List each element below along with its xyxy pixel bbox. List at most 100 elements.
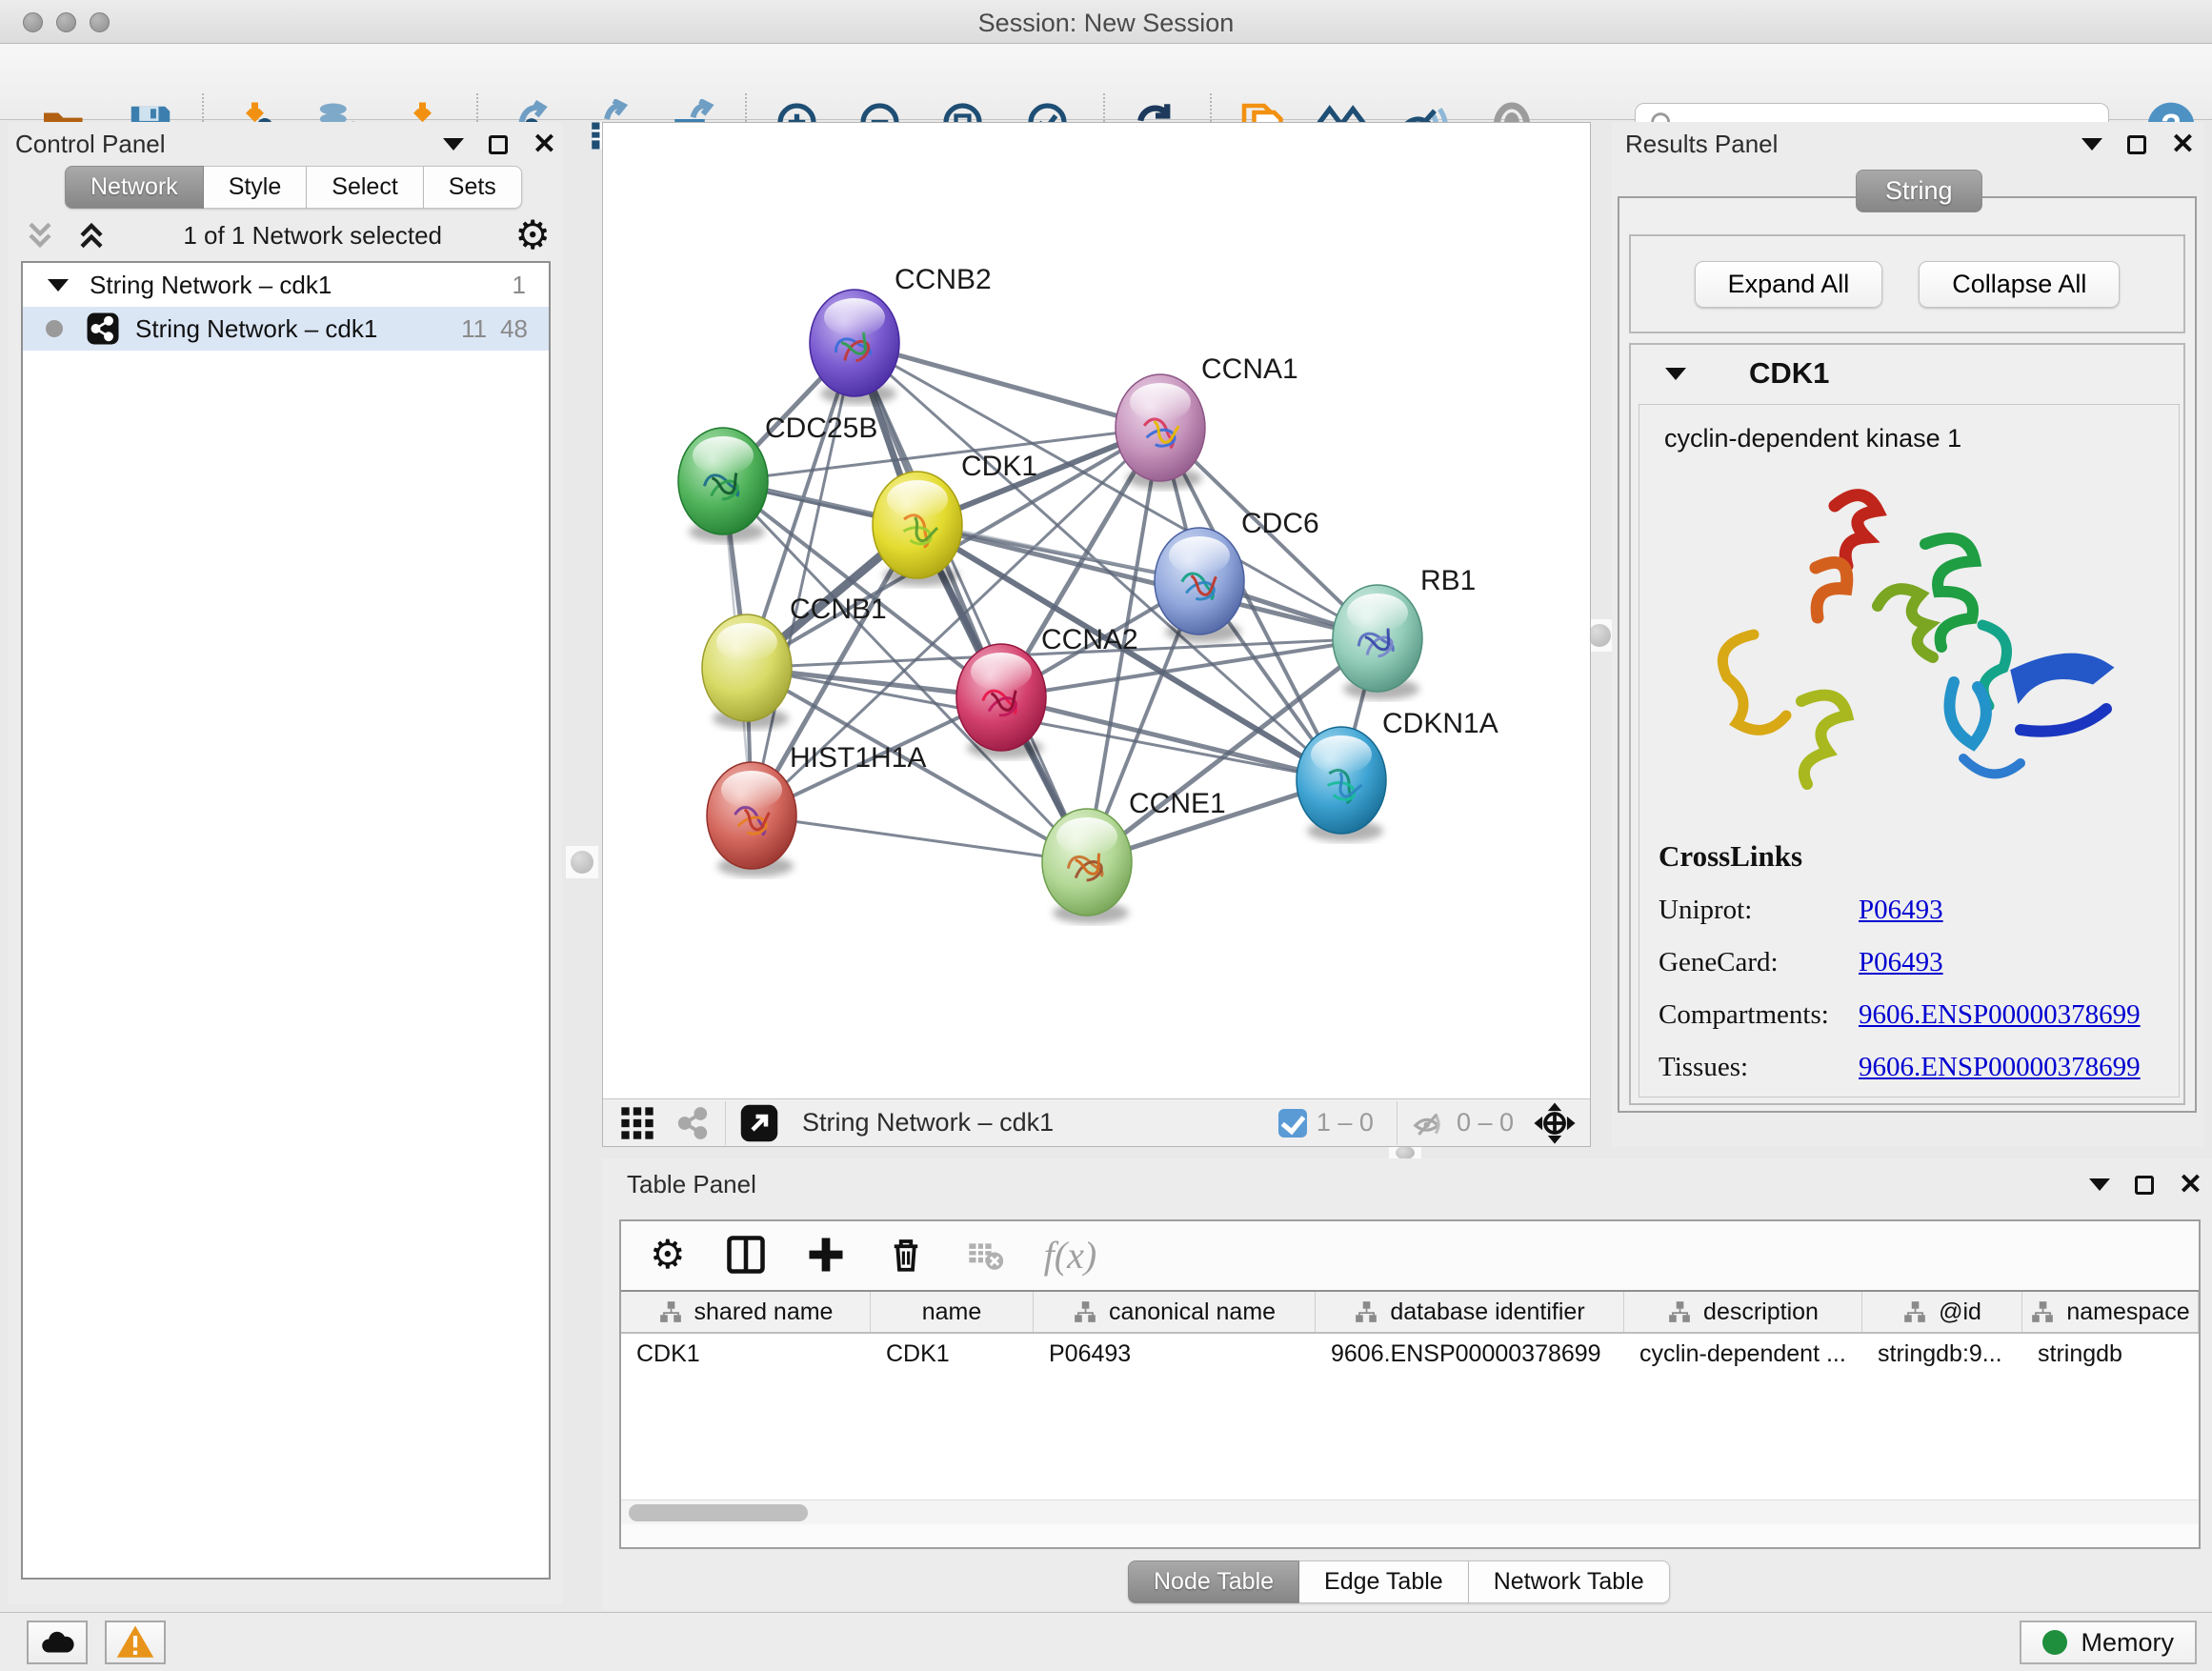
node-label-CCNB1: CCNB1 [790, 594, 887, 625]
node-CDKN1A[interactable]: CDKN1A [1297, 708, 1498, 841]
node-label-CCNB2: CCNB2 [895, 264, 992, 295]
tab-style[interactable]: Style [204, 166, 308, 209]
column-header-namespace[interactable]: namespace [2022, 1292, 2199, 1332]
crosslink-link[interactable]: P06493 [1859, 895, 1943, 926]
node-label-CDKN1A: CDKN1A [1382, 708, 1498, 739]
column-header-@id[interactable]: @id [1862, 1292, 2022, 1332]
column-header-canonical-name[interactable]: canonical name [1034, 1292, 1316, 1332]
table-row[interactable]: CDK1CDK1P064939606.ENSP00000378699cyclin… [621, 1334, 2199, 1376]
warning-button[interactable] [105, 1621, 166, 1664]
selected-checkbox[interactable] [1278, 1109, 1307, 1137]
main-toolbar: ? [0, 44, 2212, 120]
node-RB1[interactable]: RB1 [1333, 565, 1476, 699]
memory-button[interactable]: Memory [2020, 1621, 2197, 1664]
crosslink-link[interactable]: P06493 [1859, 947, 1943, 978]
show-columns-icon[interactable] [726, 1235, 766, 1275]
delete-column-icon[interactable] [886, 1235, 926, 1275]
control-panel-title: Control Panel [15, 130, 166, 159]
collapse-all-icon[interactable] [21, 216, 59, 254]
panel-close-button[interactable]: ✕ [2171, 135, 2195, 154]
crosslink-label: Uniprot: [1659, 895, 1859, 926]
grid-view-icon[interactable] [618, 1104, 656, 1142]
hierarchy-icon [2030, 1299, 2055, 1324]
node-table: shared namename canonical name database id… [621, 1290, 2199, 1524]
network-row[interactable]: String Network – cdk1 11 48 [23, 307, 549, 351]
table-body: CDK1CDK1P064939606.ENSP00000378699cyclin… [621, 1334, 2199, 1376]
warning-icon [115, 1622, 155, 1662]
node-count: 11 [461, 314, 487, 344]
column-header-shared-name[interactable]: shared name [621, 1292, 871, 1332]
hierarchy-icon [1667, 1299, 1692, 1324]
crosslink-row: Tissues: 9606.ENSP00000378699 [1639, 1052, 2179, 1083]
horizontal-scrollbar[interactable] [621, 1500, 2199, 1524]
panel-close-button[interactable]: ✕ [533, 135, 556, 154]
expand-all-icon[interactable] [72, 216, 111, 254]
toolbar-separator [725, 1101, 726, 1145]
scrollbar-thumb[interactable] [629, 1504, 808, 1521]
collection-label: String Network – cdk1 [90, 271, 332, 300]
panel-float-button[interactable] [2135, 1176, 2154, 1195]
panel-menu-button[interactable] [2081, 138, 2102, 151]
tab-network[interactable]: Network [65, 166, 204, 209]
move-crosshair-icon[interactable] [1533, 1101, 1577, 1145]
cloud-button[interactable] [27, 1621, 88, 1664]
node-CCNA1[interactable]: CCNA1 [1116, 353, 1298, 489]
network-canvas[interactable]: CCNB2CCNA1CDC25BCDK1CDC6RB1CCNB1CCNA2CDK… [603, 123, 1590, 1098]
table-cell: CDK1 [621, 1334, 871, 1376]
panel-menu-button[interactable] [443, 138, 464, 151]
node-label-CDC25B: CDC25B [765, 413, 877, 444]
table-cell: stringdb:9... [1862, 1334, 2022, 1376]
crosslink-row: Compartments: 9606.ENSP00000378699 [1639, 999, 2179, 1031]
gene-section: CDK1 cyclin-dependent kinase 1 [1629, 343, 2185, 1105]
table-toolbar: ⚙ f(x) [621, 1221, 2199, 1288]
column-label: description [1703, 1299, 1819, 1326]
panel-close-button[interactable]: ✕ [2179, 1176, 2202, 1195]
tab-network-table[interactable]: Network Table [1469, 1560, 1670, 1603]
tab-node-table[interactable]: Node Table [1128, 1560, 1299, 1603]
tab-edge-table[interactable]: Edge Table [1299, 1560, 1469, 1603]
network-tree: String Network – cdk1 1 String Network –… [21, 261, 551, 1580]
gear-icon[interactable]: ⚙ [514, 215, 551, 255]
open-in-window-icon[interactable] [739, 1103, 779, 1143]
tree-expander-icon[interactable] [48, 279, 69, 292]
table-settings-icon[interactable]: ⚙ [650, 1235, 686, 1275]
crosslink-row: Uniprot: P06493 [1639, 895, 2179, 926]
table-cell: P06493 [1034, 1334, 1316, 1376]
node-label-CCNA2: CCNA2 [1041, 624, 1138, 655]
hidden-count: 0 – 0 [1457, 1108, 1514, 1137]
node-label-RB1: RB1 [1420, 565, 1476, 596]
node-HIST1H1A[interactable]: HIST1H1A [707, 742, 926, 876]
expand-all-button[interactable]: Expand All [1695, 261, 1883, 308]
network-overview-icon[interactable] [674, 1104, 712, 1142]
node-label-CDK1: CDK1 [961, 451, 1037, 482]
tab-string[interactable]: String [1856, 170, 1982, 212]
gene-header[interactable]: CDK1 [1631, 345, 2183, 402]
column-label: canonical name [1109, 1299, 1276, 1326]
column-label: namespace [2066, 1299, 2189, 1326]
gene-expander-icon[interactable] [1665, 368, 1686, 380]
hidden-eye-icon [1411, 1105, 1447, 1141]
crosslink-label: Tissues: [1659, 1052, 1859, 1083]
column-header-name[interactable]: name [871, 1292, 1034, 1332]
table-panel: Table Panel ✕ ⚙ f(x) shared namenamecano… [602, 1158, 2212, 1610]
crosslink-link[interactable]: 9606.ENSP00000378699 [1859, 1052, 2141, 1083]
network-tree-toolbar: 1 of 1 Network selected ⚙ [21, 211, 551, 259]
tab-sets[interactable]: Sets [424, 166, 522, 209]
string-results-box: Expand All Collapse All CDK1 cyclin-depe… [1618, 196, 2197, 1113]
add-column-icon[interactable] [806, 1235, 846, 1275]
column-header-database-identifier[interactable]: database identifier [1316, 1292, 1624, 1332]
collapse-all-button[interactable]: Collapse All [1919, 261, 2120, 308]
left-splitter-handle[interactable] [566, 846, 598, 878]
collection-count: 1 [513, 271, 526, 300]
table-cell: stringdb [2022, 1334, 2199, 1376]
column-header-description[interactable]: description [1624, 1292, 1862, 1332]
tab-select[interactable]: Select [307, 166, 423, 209]
crosslink-link[interactable]: 9606.ENSP00000378699 [1859, 999, 2141, 1031]
node-CCNE1[interactable]: CCNE1 [1042, 788, 1226, 923]
network-collection-row[interactable]: String Network – cdk1 1 [23, 263, 549, 307]
panel-menu-button[interactable] [2089, 1178, 2110, 1191]
edge-count: 48 [500, 314, 528, 344]
node-label-CCNA1: CCNA1 [1201, 353, 1298, 385]
panel-float-button[interactable] [489, 135, 508, 154]
panel-float-button[interactable] [2127, 135, 2146, 154]
